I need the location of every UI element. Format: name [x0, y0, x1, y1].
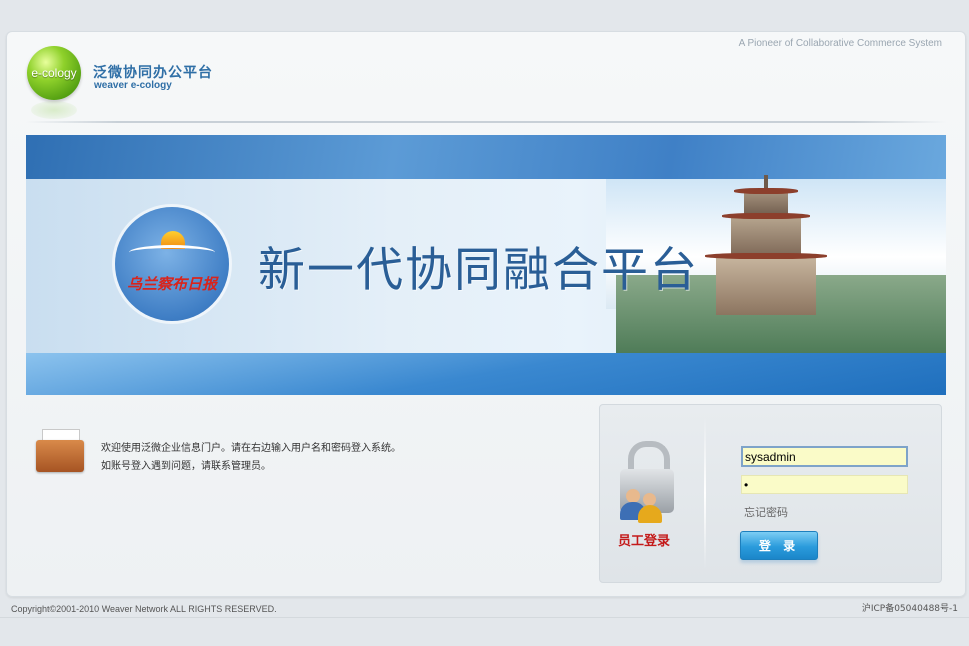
- copyright-text: Copyright©2001-2010 Weaver Network ALL R…: [11, 604, 277, 614]
- login-button[interactable]: 登 录: [740, 531, 818, 560]
- login-panel: 员工登录 忘记密码 登 录: [599, 404, 942, 583]
- pagoda-roof: [734, 188, 798, 194]
- hero-banner: 乌兰察布日报 新一代协同融合平台: [26, 135, 946, 395]
- pagoda-base: [716, 255, 816, 315]
- banner-slogan: 新一代协同融合平台: [258, 243, 699, 298]
- ecology-logo: e-cology: [27, 46, 81, 100]
- wing-icon: [129, 245, 215, 260]
- banner-top-band: [26, 135, 946, 179]
- pagoda-spire: [764, 175, 768, 189]
- welcome-message: 欢迎使用泛微企业信息门户。请在右边输入用户名和密码登入系统。 如账号登入遇到问题…: [101, 440, 401, 476]
- pagoda-roof: [705, 253, 827, 259]
- staff-login-label: 员工登录: [618, 534, 671, 549]
- footer-divider: [0, 617, 969, 618]
- brand-title: 泛微协同办公平台: [93, 65, 213, 81]
- user-icon-secondary: [638, 493, 662, 523]
- logo-text: e-cology: [31, 66, 77, 80]
- forgot-password-link[interactable]: 忘记密码: [744, 504, 788, 520]
- tagline: A Pioneer of Collaborative Commerce Syst…: [738, 38, 942, 49]
- pagoda-middle: [731, 215, 801, 257]
- username-input[interactable]: [741, 446, 908, 467]
- welcome-line-1: 欢迎使用泛微企业信息门户。请在右边输入用户名和密码登入系统。: [101, 443, 401, 454]
- login-separator: [704, 417, 706, 569]
- newspaper-emblem: 乌兰察布日报: [115, 207, 229, 321]
- welcome-line-2: 如账号登入遇到问题，请联系管理员。: [101, 461, 271, 472]
- briefcase-body: [36, 440, 84, 472]
- logo-reflection: [31, 101, 77, 119]
- icp-number: 沪ICP备05040488号-1: [861, 604, 958, 614]
- brand-subtitle: weaver e-cology: [94, 80, 172, 91]
- pagoda-roof: [722, 213, 810, 219]
- emblem-text: 乌兰察布日报: [126, 275, 217, 293]
- banner-bottom-band: [26, 353, 946, 395]
- password-input[interactable]: [741, 475, 908, 494]
- header-divider: [26, 121, 946, 123]
- briefcase-icon: [36, 426, 84, 472]
